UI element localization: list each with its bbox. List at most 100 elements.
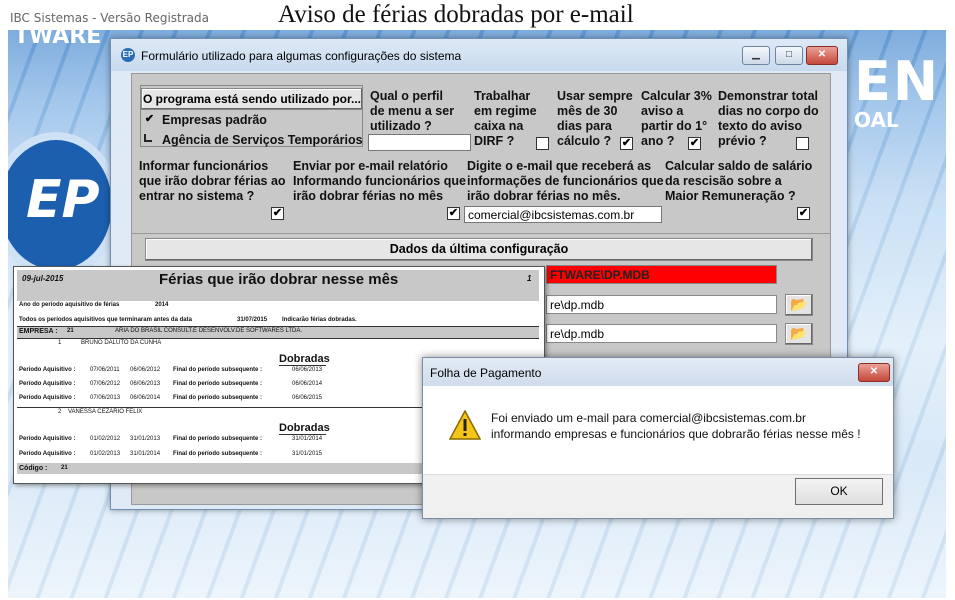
report-line1-value: 2014 — [155, 302, 169, 308]
dobradas-header-1: Dobradas — [279, 353, 330, 365]
dirf-label-2: em regime — [474, 104, 537, 118]
e1-p2-start: 07/06/2012 — [90, 381, 121, 387]
employee1-name: BRUNO DALUTO DA CUNHA — [81, 340, 162, 346]
company-name: ARIA DO BRASIL CONSULT.E DESENVOLV.DE SO… — [115, 328, 303, 334]
e2-p1-due: 31/01/2014 — [292, 436, 323, 442]
report-line2-note: Indicarão férias dobradas. — [282, 317, 357, 323]
total-dias-checkbox[interactable] — [796, 137, 809, 150]
option1-check[interactable]: ✔ — [144, 114, 155, 125]
e1-p3-due: 06/06/2015 — [292, 395, 323, 401]
dirf-label-1: Trabalhar — [474, 89, 531, 103]
ok-button[interactable]: OK — [795, 478, 883, 505]
db-path-2[interactable]: re\dp.mdb — [546, 295, 777, 314]
footer-label: Código : — [19, 465, 48, 472]
e1-p1-start: 07/06/2011 — [90, 367, 120, 373]
page-title: Aviso de férias dobradas por e-mail — [278, 1, 634, 28]
dirf-checkbox[interactable] — [536, 137, 549, 150]
report-title: Férias que irão dobrar nesse mês — [159, 271, 399, 288]
db-path-3[interactable]: re\dp.mdb — [546, 324, 777, 343]
email-report-label-2: Informando funcionários que — [293, 174, 466, 188]
e1-p2-next: Final do período subsequente : — [173, 381, 263, 387]
warning-icon — [449, 410, 481, 440]
folder-open-icon[interactable]: 📂 — [785, 294, 813, 316]
total-dias-label-1: Demonstrar total — [718, 89, 819, 103]
e1-p2-label: Período Aquisitivo : — [19, 381, 76, 387]
dialog-titlebar[interactable]: Folha de Pagamento ✕ — [423, 358, 893, 386]
option2-check[interactable] — [144, 134, 152, 142]
e1-p1-label: Período Aquisitivo : — [19, 367, 76, 373]
dialog-close-button[interactable]: ✕ — [858, 363, 890, 382]
perfil-label-3: utilizado ? — [370, 119, 432, 133]
inform-label-1: Informar funcionários — [139, 159, 269, 173]
e1-p3-label: Período Aquisitivo : — [19, 395, 76, 401]
app-header: IBC Sistemas - Versão Registrada Aviso d… — [0, 0, 955, 30]
company-label: EMPRESA : — [19, 328, 58, 335]
folder-open-icon[interactable]: 📂 — [785, 323, 813, 345]
app-icon: EP — [121, 48, 135, 62]
email-input[interactable]: comercial@ibcsistemas.com.br — [464, 206, 662, 223]
ep-logo-text: EP — [26, 170, 100, 230]
tres-pct-label-3: partir do 1° — [641, 119, 708, 133]
close-button[interactable]: ✕ — [806, 46, 838, 65]
saldo-checkbox[interactable]: ✔ — [797, 207, 810, 220]
report-page: 1 — [527, 274, 532, 283]
inform-label-2: que irão dobrar férias ao — [139, 174, 286, 188]
option1-label[interactable]: Empresas padrão — [162, 113, 267, 128]
perfil-label-2: de menu a ser — [370, 104, 455, 118]
e1-p2-end: 06/06/2013 — [130, 381, 161, 387]
settings-panel: O programa está sendo utilizado por... ✔… — [131, 73, 831, 243]
email-address-label-2: informações de funcionários que — [467, 174, 664, 188]
usage-button[interactable]: O programa está sendo utilizado por... — [141, 88, 363, 110]
saldo-label-3: Maior Remuneração ? — [665, 189, 796, 203]
email-report-label-1: Enviar por e-mail relatório — [293, 159, 448, 173]
employee1-num: 1 — [58, 340, 62, 346]
e2-p2-start: 01/02/2013 — [90, 451, 121, 457]
option2-label[interactable]: Agência de Serviços Temporários — [162, 133, 363, 148]
tres-pct-checkbox[interactable]: ✔ — [688, 137, 701, 150]
report-date: 09-jul-2015 — [22, 274, 64, 283]
employee2-name: VANESSA CEZÁRIO FELIX — [68, 409, 143, 415]
e1-p1-next: Final do período subsequente : — [173, 367, 263, 373]
e2-p2-next: Final do período subsequente : — [173, 451, 263, 457]
rule — [279, 365, 326, 366]
inform-label-3: entrar no sistema ? — [139, 189, 255, 203]
maximize-button[interactable]: □ — [775, 46, 803, 65]
trinta-label-2: mês de 30 — [557, 104, 618, 118]
e1-p3-next: Final do período subsequente : — [173, 395, 263, 401]
bg-right-small: OAL — [854, 108, 899, 132]
dirf-label-3: caixa na — [474, 119, 524, 133]
e1-p1-end: 06/06/2012 — [130, 367, 161, 373]
e2-p1-end: 31/01/2013 — [130, 436, 161, 442]
last-config-button[interactable]: Dados da última configuração — [145, 238, 813, 261]
tres-pct-label-1: Calcular 3% — [641, 89, 712, 103]
perfil-label-1: Qual o perfil — [370, 89, 443, 103]
e2-p1-start: 01/02/2012 — [90, 436, 121, 442]
tres-pct-label-4: ano ? — [641, 134, 675, 148]
bg-right-text: EN — [854, 50, 941, 113]
report-line2-label: Todos os períodos aquisitivos que termin… — [19, 317, 192, 323]
config-window-titlebar[interactable]: EP Formulário utilizado para algumas con… — [111, 39, 847, 71]
total-dias-label-4: prévio ? — [718, 134, 767, 148]
trinta-label-4: cálculo ? — [557, 134, 612, 148]
rule — [279, 434, 326, 435]
inform-checkbox[interactable]: ✔ — [271, 207, 284, 220]
dialog-message-line2: informando empresas e funcionários que d… — [491, 427, 861, 441]
report-line2-date: 31/07/2015 — [237, 317, 268, 323]
db-path-1[interactable]: FTWARE\DP.MDB — [546, 265, 777, 284]
e2-p1-next: Final do período subsequente : — [173, 436, 263, 442]
email-report-checkbox[interactable]: ✔ — [447, 207, 460, 220]
e2-p1-label: Período Aquisitivo : — [19, 436, 76, 442]
config-window-title: Formulário utilizado para algumas config… — [141, 49, 462, 63]
company-code: 21 — [67, 328, 74, 334]
trinta-checkbox[interactable]: ✔ — [620, 137, 633, 150]
email-address-label-3: irão dobrar férias no mês. — [467, 189, 621, 203]
app-label: IBC Sistemas - Versão Registrada — [10, 11, 210, 25]
perfil-input[interactable] — [368, 134, 471, 151]
bg-ware-text: TWARE — [14, 30, 102, 49]
total-dias-label-2: dias no corpo do — [718, 104, 819, 118]
minimize-button[interactable]: ▁ — [742, 46, 770, 65]
dirf-label-4: DIRF ? — [474, 134, 515, 148]
e2-p2-end: 31/01/2014 — [130, 451, 161, 457]
dialog-message-line1: Foi enviado um e-mail para comercial@ibc… — [491, 411, 806, 425]
e1-p1-due: 06/06/2013 — [292, 367, 323, 373]
